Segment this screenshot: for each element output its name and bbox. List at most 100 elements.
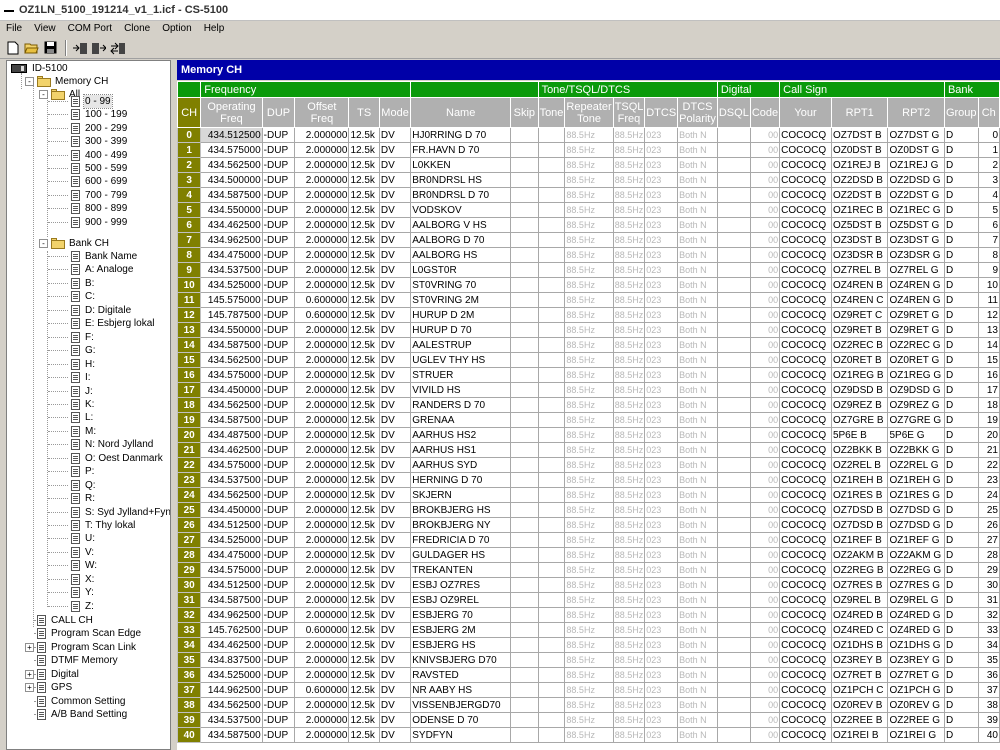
cell-polarity[interactable]: Both N	[677, 622, 718, 638]
cell-code[interactable]: 00	[749, 172, 781, 188]
cell-skip[interactable]	[510, 352, 539, 368]
cell-tsql[interactable]: 88.5Hz	[612, 622, 646, 638]
cell-mode[interactable]: DV	[378, 172, 412, 188]
cell-code[interactable]: 00	[749, 622, 781, 638]
cell-offset-freq[interactable]: 2.000000	[294, 277, 350, 293]
cell-bank-ch[interactable]: 11	[977, 292, 1000, 308]
cell-tone[interactable]	[537, 427, 566, 443]
cell-mode[interactable]: DV	[378, 397, 412, 413]
tree-bank-23[interactable]: W:	[71, 559, 98, 572]
cell-dsql[interactable]	[716, 727, 751, 743]
cell-group[interactable]: D	[943, 562, 979, 578]
cell-ts[interactable]: 12.5k	[348, 397, 380, 413]
cell-name[interactable]: ESBJERG 2M	[410, 622, 512, 638]
cell-bank-ch[interactable]: 17	[977, 382, 1000, 398]
tree-bank-26[interactable]: Z:	[71, 600, 95, 613]
cell-tsql[interactable]: 88.5Hz	[612, 562, 646, 578]
cell-rpt2[interactable]: OZ7RET G	[887, 667, 945, 683]
cell-rpt1[interactable]: OZ4RED C	[830, 622, 889, 638]
cell-tsql[interactable]: 88.5Hz	[612, 322, 646, 338]
cell-bank-ch[interactable]: 12	[977, 307, 1000, 323]
cell-offset-freq[interactable]: 2.000000	[294, 397, 350, 413]
cell-ch[interactable]: 29	[177, 562, 202, 578]
table-row[interactable]: 38 434.562500 -DUP 2.000000 12.5k DV VISSENBJE…	[177, 697, 1000, 713]
tree-bank-24[interactable]: X:	[71, 573, 95, 586]
cell-group[interactable]: D	[943, 622, 979, 638]
cell-ts[interactable]: 12.5k	[348, 667, 380, 683]
cell-mode[interactable]: DV	[378, 352, 412, 368]
cell-tone[interactable]	[537, 682, 566, 698]
cell-polarity[interactable]: Both N	[677, 712, 718, 728]
table-row[interactable]: 36 434.525000 -DUP 2.000000 12.5k DV RAVSTED 88…	[177, 667, 1000, 683]
cell-offset-freq[interactable]: 2.000000	[294, 607, 350, 623]
menu-option[interactable]: Option	[162, 23, 191, 34]
cell-your[interactable]: COCOCQ	[779, 712, 832, 728]
cell-polarity[interactable]: Both N	[677, 517, 718, 533]
cell-tone[interactable]	[537, 637, 566, 653]
cell-dup[interactable]: -DUP	[261, 277, 296, 293]
cell-your[interactable]: COCOCQ	[779, 202, 832, 218]
cell-ch[interactable]: 4	[177, 187, 202, 203]
cell-operating-freq[interactable]: 434.537500	[200, 262, 263, 278]
cell-mode[interactable]: DV	[378, 427, 412, 443]
cell-offset-freq[interactable]: 2.000000	[294, 187, 350, 203]
tree-memory-ch[interactable]: - Memory CH	[25, 75, 109, 88]
cell-dsql[interactable]	[716, 382, 751, 398]
cell-dtcs[interactable]: 023	[644, 487, 679, 503]
cell-group[interactable]: D	[943, 592, 979, 608]
cell-dtcs[interactable]: 023	[644, 727, 679, 743]
cell-dsql[interactable]	[716, 157, 751, 173]
cell-dsql[interactable]	[716, 667, 751, 683]
cell-ch[interactable]: 23	[177, 472, 202, 488]
cell-offset-freq[interactable]: 2.000000	[294, 172, 350, 188]
system-menu-icon[interactable]	[4, 6, 14, 12]
cell-code[interactable]: 00	[749, 382, 781, 398]
cell-skip[interactable]	[510, 382, 539, 398]
cell-ts[interactable]: 12.5k	[348, 262, 380, 278]
cell-rpt-tone[interactable]: 88.5Hz	[564, 607, 614, 623]
cell-skip[interactable]	[510, 367, 539, 383]
cell-rpt1[interactable]: OZ2REE B	[830, 712, 889, 728]
table-row[interactable]: 23 434.537500 -DUP 2.000000 12.5k DV HERNING D…	[177, 472, 1000, 488]
cell-ts[interactable]: 12.5k	[348, 217, 380, 233]
cell-rpt-tone[interactable]: 88.5Hz	[564, 217, 614, 233]
cell-ts[interactable]: 12.5k	[348, 652, 380, 668]
cell-rpt1[interactable]: OZ2REG B	[830, 562, 889, 578]
cell-rpt1[interactable]: OZ9RET C	[830, 307, 889, 323]
tree-bank-3[interactable]: C:	[71, 290, 96, 303]
cell-name[interactable]: BR0NDRSL D 70	[410, 187, 512, 203]
cell-ch[interactable]: 37	[177, 682, 202, 698]
cell-dtcs[interactable]: 023	[644, 652, 679, 668]
cell-bank-ch[interactable]: 8	[977, 247, 1000, 263]
cell-offset-freq[interactable]: 2.000000	[294, 157, 350, 173]
cell-dtcs[interactable]: 023	[644, 577, 679, 593]
cell-dup[interactable]: -DUP	[261, 412, 296, 428]
tree-range-5[interactable]: 500 - 599	[71, 162, 128, 175]
cell-tsql[interactable]: 88.5Hz	[612, 232, 646, 248]
cell-mode[interactable]: DV	[378, 607, 412, 623]
cell-tsql[interactable]: 88.5Hz	[612, 427, 646, 443]
cell-group[interactable]: D	[943, 517, 979, 533]
tree-bank-2[interactable]: B:	[71, 277, 95, 290]
cell-rpt-tone[interactable]: 88.5Hz	[564, 712, 614, 728]
table-row[interactable]: 1 434.575000 -DUP 2.000000 12.5k DV FR.HAVN D …	[177, 142, 1000, 158]
cell-polarity[interactable]: Both N	[677, 247, 718, 263]
cell-your[interactable]: COCOCQ	[779, 577, 832, 593]
cell-skip[interactable]	[510, 637, 539, 653]
cell-dup[interactable]: -DUP	[261, 367, 296, 383]
cell-dtcs[interactable]: 023	[644, 247, 679, 263]
cell-dtcs[interactable]: 023	[644, 337, 679, 353]
cell-mode[interactable]: DV	[378, 457, 412, 473]
cell-group[interactable]: D	[943, 187, 979, 203]
table-row[interactable]: 37 144.962500 -DUP 0.600000 12.5k DV NR AABY H…	[177, 682, 1000, 698]
cell-code[interactable]: 00	[749, 637, 781, 653]
cell-rpt-tone[interactable]: 88.5Hz	[564, 127, 614, 143]
cell-dsql[interactable]	[716, 202, 751, 218]
cell-ts[interactable]: 12.5k	[348, 487, 380, 503]
cell-operating-freq[interactable]: 434.525000	[200, 277, 263, 293]
cell-bank-ch[interactable]: 1	[977, 142, 1000, 158]
cell-offset-freq[interactable]: 2.000000	[294, 502, 350, 518]
table-row[interactable]: 39 434.537500 -DUP 2.000000 12.5k DV ODENSE D …	[177, 712, 1000, 728]
table-row[interactable]: 33 145.762500 -DUP 0.600000 12.5k DV ESBJERG 2…	[177, 622, 1000, 638]
cell-group[interactable]: D	[943, 547, 979, 563]
